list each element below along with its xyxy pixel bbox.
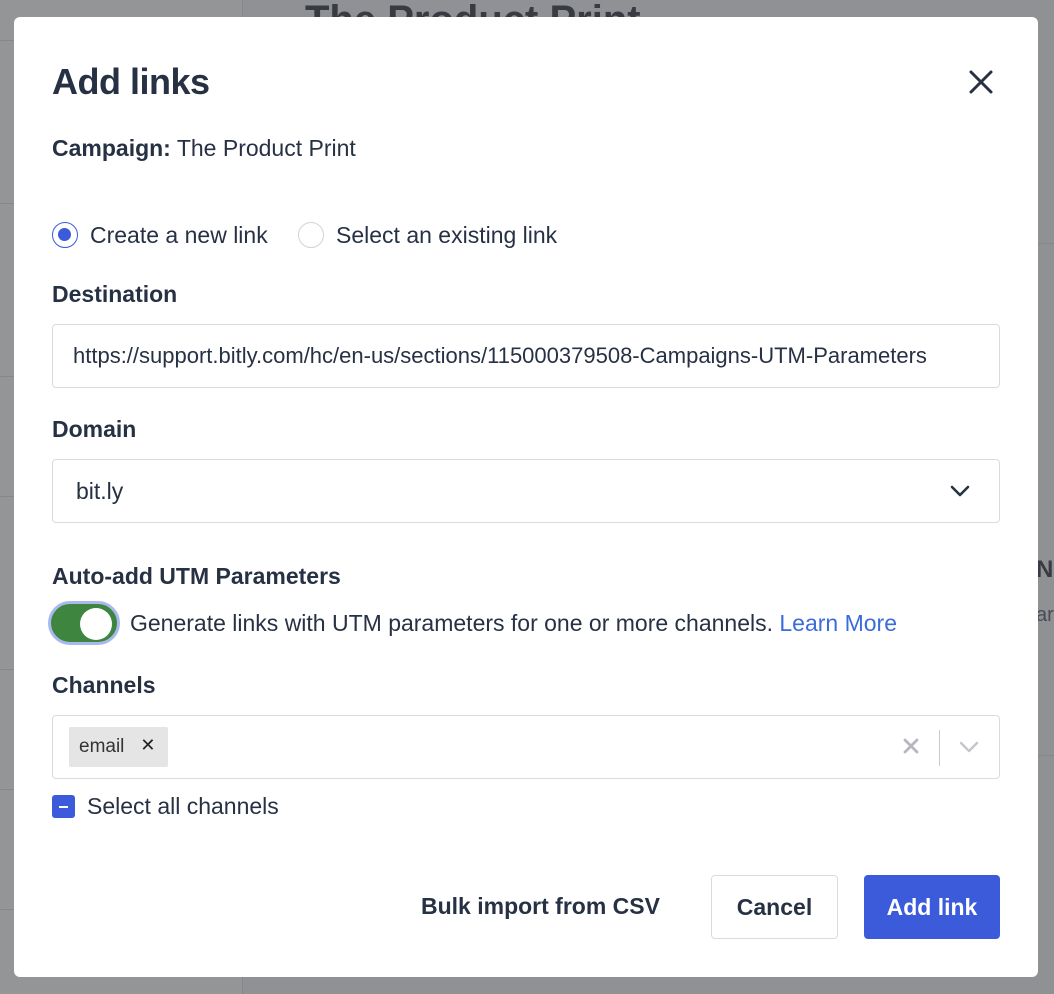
radio-select-existing-link[interactable]: Select an existing link: [298, 220, 557, 250]
close-icon: [969, 70, 993, 94]
chevron-down-icon[interactable]: [958, 739, 980, 755]
campaign-info: Campaign: The Product Print: [52, 135, 356, 162]
toggle-knob: [80, 608, 112, 640]
bulk-import-button[interactable]: Bulk import from CSV: [421, 893, 660, 920]
select-all-label: Select all channels: [87, 793, 279, 819]
chevron-down-icon: [950, 485, 970, 497]
remove-chip-icon[interactable]: ✕: [140, 735, 155, 756]
radio-button[interactable]: [298, 222, 324, 248]
clear-all-icon[interactable]: [901, 736, 921, 756]
channel-chip-email: email ✕: [69, 727, 168, 767]
destination-label: Destination: [52, 281, 178, 307]
campaign-label: Campaign:: [52, 135, 171, 161]
add-link-button[interactable]: Add link: [864, 875, 1000, 939]
chip-label: email: [79, 736, 125, 757]
add-links-modal: Add links Campaign: The Product Print Cr…: [14, 17, 1038, 977]
domain-value: bit.ly: [76, 478, 124, 504]
close-button[interactable]: [962, 63, 1000, 101]
domain-label: Domain: [52, 416, 137, 442]
modal-title: Add links: [52, 61, 210, 102]
radio-label: Select an existing link: [336, 221, 558, 248]
cancel-button[interactable]: Cancel: [711, 875, 838, 939]
select-all-checkbox[interactable]: [52, 795, 75, 818]
radio-create-new-link[interactable]: Create a new link: [52, 220, 268, 250]
channels-label: Channels: [52, 672, 156, 698]
separator: [939, 730, 940, 766]
utm-description-text: Generate links with UTM parameters for o…: [130, 610, 773, 636]
radio-button-selected[interactable]: [52, 222, 78, 248]
destination-input[interactable]: [52, 324, 1000, 388]
background-text-fragment: ar: [1036, 604, 1054, 626]
campaign-name: The Product Print: [176, 135, 356, 161]
utm-label: Auto-add UTM Parameters: [52, 563, 341, 589]
utm-description: Generate links with UTM parameters for o…: [130, 610, 897, 637]
learn-more-link[interactable]: Learn More: [779, 610, 897, 636]
channels-multiselect[interactable]: email ✕: [52, 715, 1000, 779]
background-heading-fragment: N: [1036, 556, 1054, 583]
radio-label: Create a new link: [90, 221, 268, 248]
utm-toggle[interactable]: [48, 601, 120, 645]
domain-select[interactable]: bit.ly: [52, 459, 1000, 523]
select-all-channels[interactable]: Select all channels: [52, 793, 279, 820]
